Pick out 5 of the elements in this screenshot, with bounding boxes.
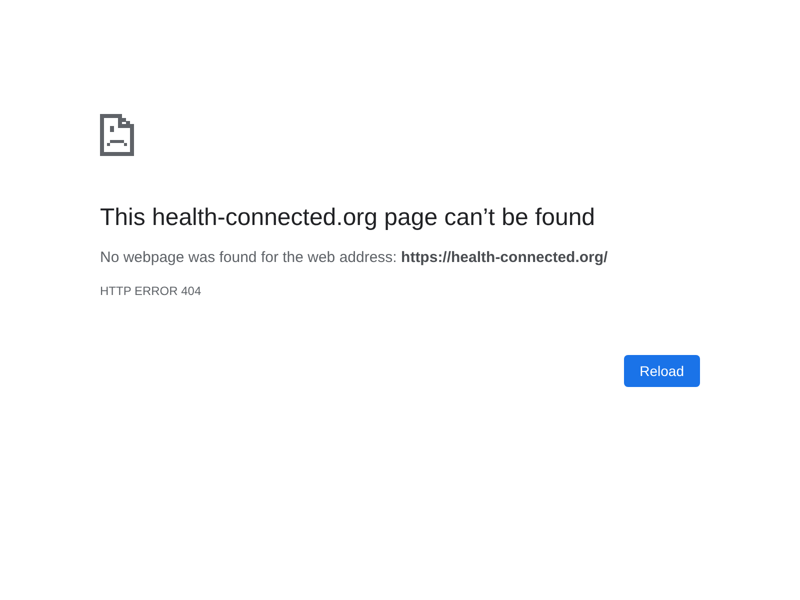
sad-document-icon bbox=[100, 114, 134, 156]
error-heading: This health-connected.org page can’t be found bbox=[100, 204, 596, 232]
error-message: No webpage was found for the web address: https://health-connected.org/ bbox=[100, 248, 609, 268]
error-code: HTTP ERROR 404 bbox=[100, 284, 202, 298]
reload-button[interactable]: Reload bbox=[624, 355, 700, 387]
